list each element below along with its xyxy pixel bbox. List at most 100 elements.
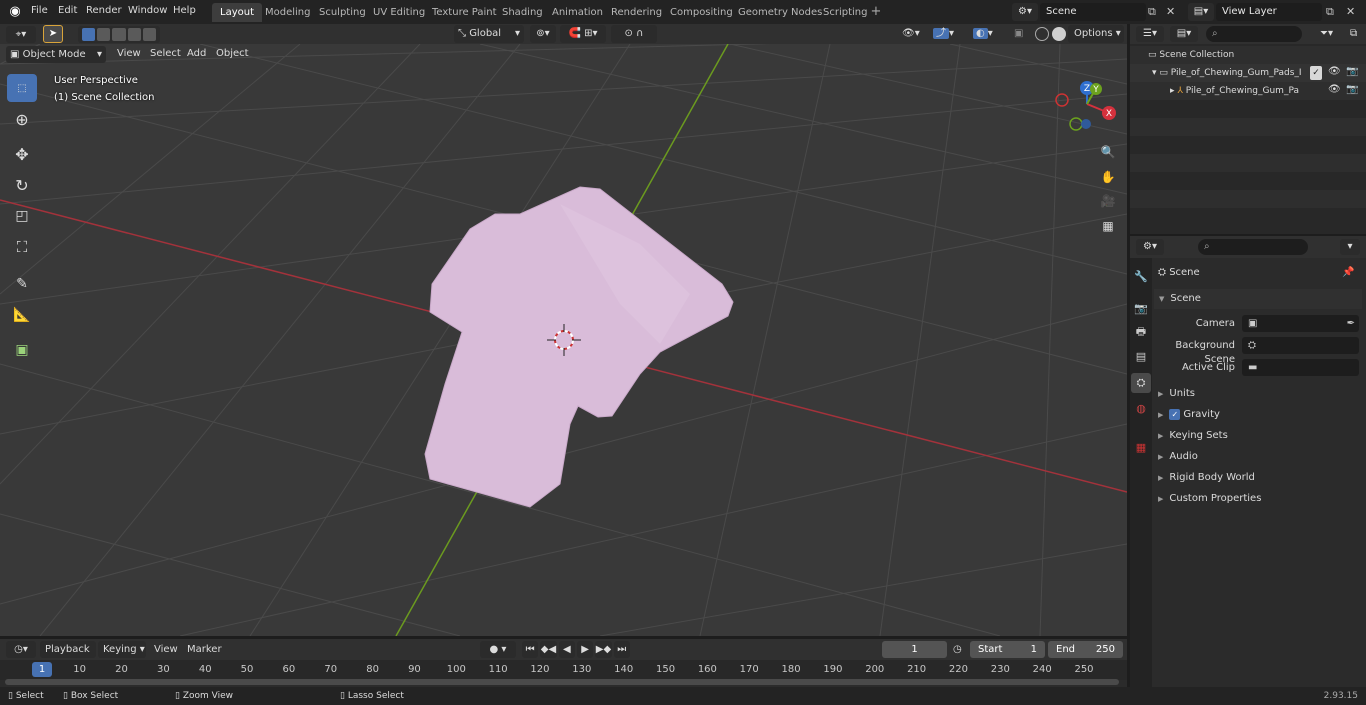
new-collection-icon[interactable]: ⧉ — [1350, 26, 1364, 42]
transform-tool-icon[interactable]: ⛶ — [7, 233, 37, 261]
gizmo-toggle-icon[interactable]: ⤴ ▾ — [933, 25, 967, 43]
options-dropdown[interactable]: Options ▾ — [1068, 25, 1124, 43]
view-layer-tab-icon[interactable]: ▤ — [1131, 346, 1151, 366]
visibility-selectability-icon[interactable]: 👁▾ — [902, 25, 930, 43]
overlays-toggle-icon[interactable]: ◐ ▾ — [973, 25, 1007, 43]
output-tab-icon[interactable]: 🖶 — [1131, 322, 1151, 342]
intersect-mode-icon[interactable] — [142, 28, 157, 41]
add-cube-tool-icon[interactable]: ▣ — [7, 336, 37, 364]
menu-select[interactable]: Select — [146, 46, 185, 62]
view-layer-selector-icon[interactable]: ▤▾ — [1188, 3, 1214, 21]
navigation-gizmo[interactable]: Z X Y — [1050, 78, 1120, 138]
menu-render[interactable]: Render — [81, 0, 127, 22]
pan-hand-icon[interactable]: ✋ — [1097, 166, 1119, 188]
menu-view[interactable]: View — [113, 46, 145, 62]
exclude-checkbox[interactable]: ✓ — [1310, 66, 1322, 80]
next-keyframe-icon[interactable]: ▶◆ — [595, 641, 612, 658]
object-mode-dropdown[interactable]: ▣ Object Mode ▾ — [6, 46, 106, 63]
outliner-object-row[interactable]: ▸ ⅄ Pile_of_Chewing_Gum_Pa — [1170, 84, 1320, 98]
tab-texture-paint[interactable]: Texture Paint — [424, 3, 505, 22]
scene-tab-icon[interactable]: ⛭ — [1131, 373, 1151, 393]
audio-panel[interactable]: ▶ Audio — [1158, 447, 1198, 467]
pivot-point-icon[interactable]: ⊚▾ — [530, 25, 556, 43]
keying-menu[interactable]: Keying ▾ — [98, 641, 146, 658]
solid-shading-icon[interactable] — [1052, 27, 1066, 41]
blender-logo-icon[interactable]: ◉ — [6, 3, 24, 21]
properties-editor-type-icon[interactable]: ⚙▾ — [1136, 239, 1164, 255]
3d-viewport[interactable]: ⬚ ⊕ ✥ ↻ ◰ ⛶ ✎ 📐 ▣ User Perspective (1) S… — [0, 44, 1127, 636]
camera-icon[interactable]: 📷 — [1346, 66, 1360, 80]
extend-mode-icon[interactable] — [97, 28, 111, 41]
perspective-toggle-icon[interactable]: ▦ — [1097, 215, 1119, 237]
set-mode-icon[interactable] — [82, 28, 96, 41]
render-tab-icon[interactable]: 📷 — [1131, 298, 1151, 318]
menu-add[interactable]: Add — [183, 46, 210, 62]
gravity-panel[interactable]: ▶ ✓ Gravity — [1158, 405, 1220, 425]
custom-properties-panel[interactable]: ▶ Custom Properties — [1158, 489, 1261, 509]
snap-icon[interactable]: 🧲 ⊞▾ — [560, 25, 606, 43]
prev-keyframe-icon[interactable]: ◆◀ — [540, 641, 557, 658]
rigid-body-world-panel[interactable]: ▶ Rigid Body World — [1158, 468, 1255, 488]
camera-icon[interactable]: 📷 — [1346, 84, 1360, 98]
scene-selector-icon[interactable]: ⚙▾ — [1012, 3, 1038, 21]
zoom-icon[interactable]: 🔍 — [1097, 141, 1119, 163]
timeline-menu-marker[interactable]: Marker — [183, 642, 226, 658]
display-mode-icon[interactable]: ▤▾ — [1170, 26, 1198, 42]
select-box-tool-icon[interactable]: ⬚ — [7, 74, 37, 102]
tab-rendering[interactable]: Rendering — [603, 3, 670, 22]
jump-end-icon[interactable]: ⏭ — [613, 641, 630, 658]
eye-icon[interactable]: 👁 — [1328, 66, 1342, 80]
current-frame-field[interactable]: 1 — [882, 641, 947, 658]
properties-search-input[interactable]: ⌕ — [1198, 239, 1308, 255]
menu-window[interactable]: Window — [123, 0, 172, 22]
menu-file[interactable]: File — [26, 0, 53, 22]
menu-object[interactable]: Object — [212, 46, 253, 62]
camera-field[interactable]: ▣ ✒ — [1242, 315, 1359, 332]
units-panel[interactable]: ▶ Units — [1158, 384, 1195, 404]
tab-compositing[interactable]: Compositing — [662, 3, 741, 22]
move-tool-icon[interactable]: ✥ — [7, 140, 37, 168]
scale-tool-icon[interactable]: ◰ — [7, 202, 37, 230]
scene-collection-row[interactable]: ▭ Scene Collection — [1148, 48, 1234, 62]
camera-view-icon[interactable]: 🎥 — [1097, 190, 1119, 212]
xray-toggle-icon[interactable]: ▣ — [1014, 25, 1030, 43]
view-layer-field[interactable]: View Layer — [1216, 3, 1322, 21]
keying-sets-panel[interactable]: ▶ Keying Sets — [1158, 426, 1228, 446]
tab-animation[interactable]: Animation — [544, 3, 611, 22]
jump-start-icon[interactable]: ⏮ — [522, 641, 539, 658]
delete-scene-icon[interactable]: ✕ — [1166, 3, 1182, 21]
wireframe-shading-icon[interactable] — [1035, 27, 1049, 41]
scene-panel-header[interactable]: ▼ Scene — [1154, 289, 1362, 309]
texture-tab-icon[interactable]: ▦ — [1131, 437, 1151, 457]
eyedropper-icon[interactable]: ✒ — [1347, 315, 1355, 332]
timeline-scrollbar[interactable] — [5, 679, 1119, 685]
tab-layout[interactable]: Layout — [212, 3, 262, 22]
annotate-tool-icon[interactable]: ✎ — [7, 270, 37, 298]
timeline-editor-type-icon[interactable]: ◷▾ — [6, 641, 36, 658]
editor-type-icon[interactable]: ⌖▾ — [6, 26, 36, 43]
tab-uv-editing[interactable]: UV Editing — [365, 3, 433, 22]
play-reverse-icon[interactable]: ◀ — [558, 641, 575, 658]
play-icon[interactable]: ▶ — [576, 641, 594, 658]
end-frame-field[interactable]: End 250 — [1048, 641, 1123, 658]
scene-name-field[interactable]: Scene — [1040, 3, 1146, 21]
new-scene-icon[interactable]: ⧉ — [1148, 3, 1164, 21]
outliner-editor-type-icon[interactable]: ☰▾ — [1136, 26, 1164, 42]
eye-icon[interactable]: 👁 — [1328, 84, 1342, 98]
cursor-tool-icon[interactable]: ⊕ — [7, 105, 37, 133]
outliner-search-input[interactable]: ⌕ — [1206, 26, 1302, 42]
menu-help[interactable]: Help — [168, 0, 201, 22]
start-frame-field[interactable]: Start 1 — [970, 641, 1045, 658]
background-scene-field[interactable]: ⛭ — [1242, 337, 1359, 354]
clock-icon[interactable]: ◷ — [953, 641, 969, 658]
playback-menu[interactable]: Playback ▾ — [40, 641, 96, 672]
menu-edit[interactable]: Edit — [53, 0, 82, 22]
auto-keying-icon[interactable]: ● ▾ — [480, 641, 516, 658]
timeline-menu-view[interactable]: View — [150, 642, 182, 658]
gravity-checkbox[interactable]: ✓ — [1169, 409, 1181, 420]
tab-scripting[interactable]: Scripting — [815, 3, 875, 22]
selection-mode-group[interactable] — [78, 26, 160, 43]
delete-view-layer-icon[interactable]: ✕ — [1346, 3, 1362, 21]
pin-icon[interactable]: 📌 — [1342, 263, 1356, 283]
world-tab-icon[interactable]: ◍ — [1131, 398, 1151, 418]
